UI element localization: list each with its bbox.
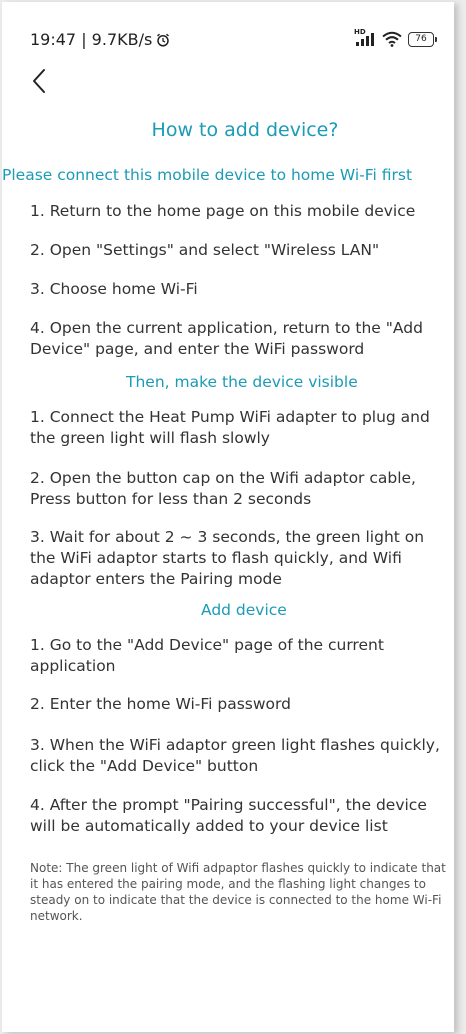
section-heading-device-visible: Then, make the device visible: [126, 373, 358, 391]
page-title: How to add device?: [151, 119, 339, 141]
back-button[interactable]: [26, 66, 56, 96]
step-item: 3. Choose home Wi-Fi: [30, 280, 198, 298]
status-bar: 19:47 | 9.7KB/s HD 76: [2, 2, 454, 54]
signal-icon: HD: [354, 28, 376, 47]
status-right: HD 76: [354, 28, 437, 49]
pairing-note: Note: The green light of Wifi adpaptor f…: [30, 861, 446, 923]
signal-hd-label: HD: [354, 28, 366, 36]
step-item: 2. Open "Settings" and select "Wireless …: [30, 241, 380, 259]
section-heading-connect-wifi: Please connect this mobile device to hom…: [2, 166, 413, 184]
battery-indicator: 76: [408, 31, 437, 47]
step-item: 1. Go to the "Add Device" page of the cu…: [30, 636, 384, 675]
chevron-left-icon: [33, 69, 45, 93]
step-item: 3. When the WiFi adaptor green light fla…: [30, 736, 440, 775]
status-left: 19:47 | 9.7KB/s: [30, 30, 170, 50]
section-heading-add-device: Add device: [201, 601, 287, 619]
status-time-speed: 19:47 | 9.7KB/s: [30, 30, 153, 49]
phone-screen: 19:47 | 9.7KB/s HD 76 How to add device?…: [2, 2, 454, 1032]
alarm-clock-icon: [157, 33, 170, 47]
step-item: 4. Open the current application, return …: [30, 319, 423, 358]
step-item: 2. Open the button cap on the Wifi adapt…: [30, 469, 416, 508]
step-item: 3. Wait for about 2 ~ 3 seconds, the gre…: [30, 528, 425, 588]
wifi-icon: [382, 31, 402, 47]
step-item: 1. Return to the home page on this mobil…: [30, 202, 416, 220]
step-item: 2. Enter the home Wi-Fi password: [30, 695, 291, 713]
step-item: 4. After the prompt "Pairing successful"…: [30, 796, 427, 835]
step-item: 1. Connect the Heat Pump WiFi adapter to…: [30, 408, 430, 447]
